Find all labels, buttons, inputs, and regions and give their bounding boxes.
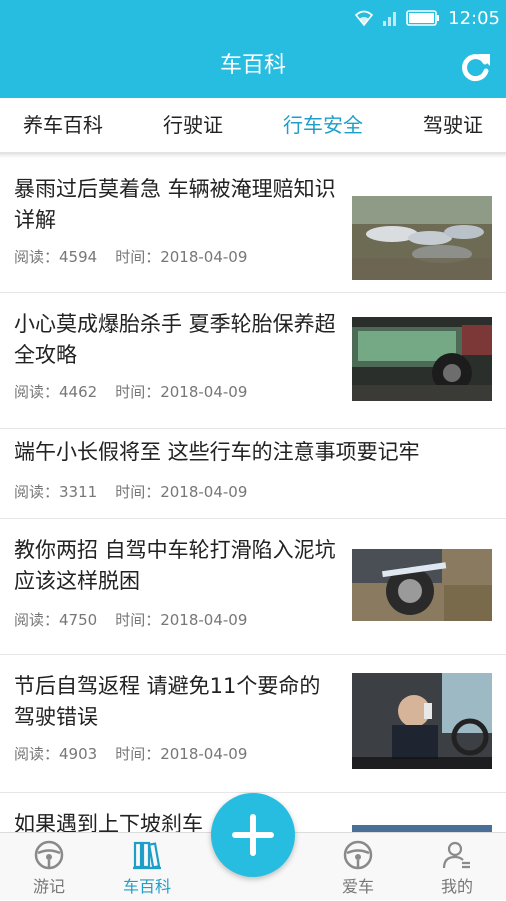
article-thumbnail — [352, 549, 492, 621]
app-bar: 12:05 车百科 — [0, 0, 506, 98]
plus-icon — [232, 814, 274, 856]
article-title: 暴雨过后莫着急 车辆被淹理赔知识详解 — [14, 177, 336, 232]
article-title: 节后自驾返程 请避免11个要命的驾驶错误 — [14, 674, 321, 729]
article-meta: 阅读：3311 时间：2018-04-09 — [14, 481, 247, 502]
tabbar-item-encyclopedia[interactable]: 车百科 — [107, 833, 187, 901]
list-item[interactable]: 节后自驾返程 请避免11个要命的驾驶错误 阅读：4903 时间：2018-04-0… — [0, 655, 506, 793]
article-thumbnail — [352, 196, 492, 280]
list-item[interactable]: 教你两招 自驾中车轮打滑陷入泥坑应该这样脱困 阅读：4750 时间：2018-04… — [0, 519, 506, 655]
battery-icon — [406, 10, 440, 26]
read-count: 阅读：4462 — [14, 383, 98, 401]
user-icon — [442, 841, 470, 869]
article-title: 端午小长假将至 这些行车的注意事项要记牢 — [14, 440, 420, 464]
tabbar-label: 车百科 — [122, 877, 171, 896]
status-time: 12:05 — [448, 7, 500, 29]
publish-time: 时间：2018-04-09 — [115, 383, 248, 401]
page-title: 车百科 — [219, 53, 286, 78]
tabbar-label: 我的 — [440, 877, 473, 896]
status-bar: 12:05 — [0, 0, 506, 36]
signal-icon — [383, 12, 397, 26]
article-title: 教你两招 自驾中车轮打滑陷入泥坑应该这样脱困 — [14, 538, 336, 593]
list-item[interactable]: 端午小长假将至 这些行车的注意事项要记牢 阅读：3311 时间：2018-04-0… — [0, 429, 506, 519]
steering-wheel-icon — [34, 840, 64, 870]
read-count: 阅读：4903 — [14, 745, 98, 763]
steering-wheel-icon — [343, 840, 373, 870]
article-meta: 阅读：4594 时间：2018-04-09 — [14, 246, 247, 267]
article-thumbnail — [352, 317, 492, 401]
books-icon — [133, 841, 161, 870]
publish-time: 时间：2018-04-09 — [115, 745, 248, 763]
article-thumbnail — [352, 673, 492, 769]
tabbar-label: 爱车 — [341, 877, 374, 896]
tab-car-maintenance[interactable]: 养车百科 — [0, 98, 126, 152]
read-count: 阅读：4594 — [14, 248, 98, 266]
publish-time: 时间：2018-04-09 — [115, 611, 248, 629]
tab-driving-license-vehicle[interactable]: 行驶证 — [130, 98, 256, 152]
article-title: 小心莫成爆胎杀手 夏季轮胎保养超全攻略 — [14, 312, 336, 367]
status-icons: 12:05 — [354, 6, 500, 30]
tab-driver-license[interactable]: 驾驶证 — [390, 98, 506, 152]
tabbar-label: 游记 — [32, 877, 65, 896]
tabbar-item-my-car[interactable]: 爱车 — [318, 833, 398, 901]
wifi-icon — [355, 10, 374, 26]
add-button[interactable] — [211, 793, 295, 877]
category-tabs: 养车百科 行驶证 行车安全 驾驶证 — [0, 98, 506, 154]
read-count: 阅读：4750 — [14, 611, 98, 629]
article-meta: 阅读：4750 时间：2018-04-09 — [14, 609, 247, 630]
tabbar-item-mine[interactable]: 我的 — [417, 833, 497, 901]
read-count: 阅读：3311 — [14, 483, 98, 501]
list-item[interactable]: 暴雨过后莫着急 车辆被淹理赔知识详解 阅读：4594 时间：2018-04-09 — [0, 158, 506, 293]
publish-time: 时间：2018-04-09 — [115, 248, 248, 266]
refresh-icon[interactable] — [458, 50, 492, 84]
article-meta: 阅读：4903 时间：2018-04-09 — [14, 743, 247, 764]
article-list: 暴雨过后莫着急 车辆被淹理赔知识详解 阅读：4594 时间：2018-04-09 … — [0, 158, 506, 836]
list-item[interactable]: 小心莫成爆胎杀手 夏季轮胎保养超全攻略 阅读：4462 时间：2018-04-09 — [0, 293, 506, 429]
publish-time: 时间：2018-04-09 — [115, 483, 248, 501]
tab-driving-safety[interactable]: 行车安全 — [260, 98, 386, 152]
article-meta: 阅读：4462 时间：2018-04-09 — [14, 381, 247, 402]
tabbar-item-travel-notes[interactable]: 游记 — [9, 833, 89, 901]
